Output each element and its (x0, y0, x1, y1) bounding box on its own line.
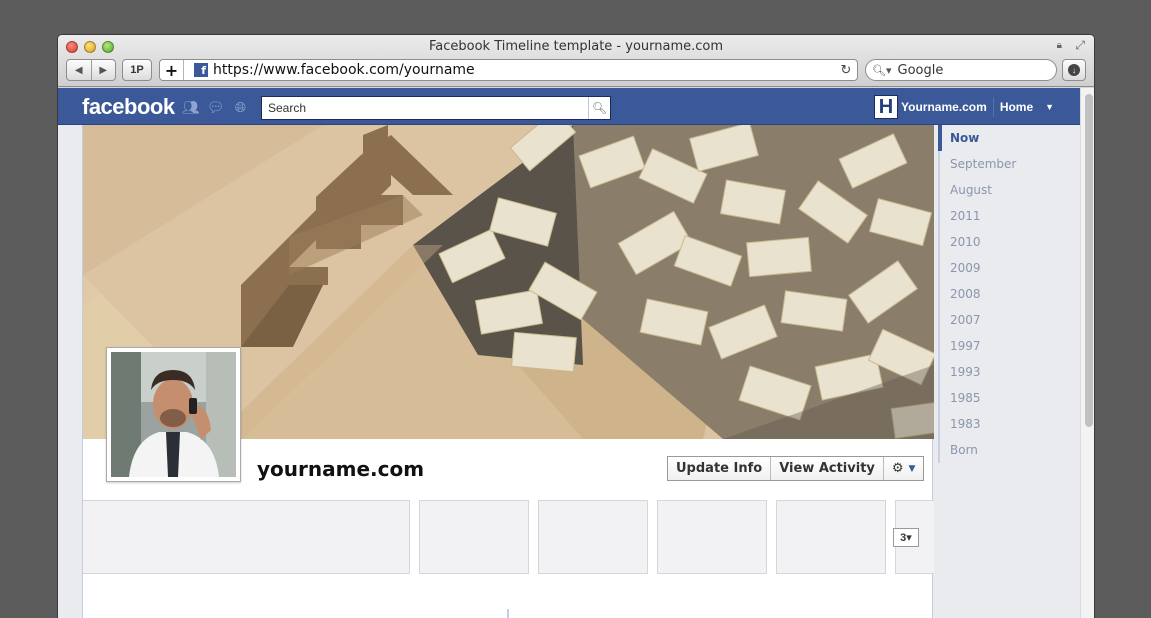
download-icon: ↓ (1068, 64, 1080, 76)
history-nav: ◀ ▶ (66, 59, 116, 81)
notifications-globe-icon[interactable]: 🌐︎ (232, 99, 249, 115)
scrubber-item-september[interactable]: September (938, 151, 1078, 177)
back-button[interactable]: ◀ (67, 60, 92, 80)
scrubber-item-1993[interactable]: 1993 (938, 359, 1078, 385)
timeline-spine (507, 609, 509, 618)
view-activity-button[interactable]: View Activity (771, 457, 884, 480)
likes-tab[interactable] (657, 500, 767, 574)
window-title: Facebook Timeline template - yourname.co… (428, 39, 724, 54)
facebook-logo[interactable]: facebook (82, 94, 175, 120)
map-tab[interactable] (538, 500, 648, 574)
profile-tabs (83, 500, 934, 575)
chevron-down-icon: ▼ (908, 463, 916, 474)
home-link[interactable]: Home (1000, 100, 1033, 114)
notification-jewels: 👥︎ 💬︎ 🌐︎ (182, 99, 249, 115)
scrubber-item-born[interactable]: Born (938, 437, 1078, 463)
scrubber-item-2010[interactable]: 2010 (938, 229, 1078, 255)
friends-tab[interactable] (83, 500, 410, 574)
notes-tab[interactable] (776, 500, 886, 574)
facebook-search: 🔍︎ (261, 96, 611, 120)
password-manager-button[interactable]: 1P (122, 59, 152, 81)
lock-icon: 🔒︎ (1056, 40, 1062, 51)
messages-icon[interactable]: 💬︎ (207, 99, 225, 115)
downloads-button[interactable]: ↓ (1062, 59, 1086, 81)
gear-icon: ⚙︎ (891, 461, 904, 476)
settings-menu-button[interactable]: ⚙︎ ▼ (884, 457, 924, 480)
photos-tab[interactable] (419, 500, 529, 574)
profile-actions: Update Info View Activity ⚙︎ ▼ (667, 456, 925, 481)
scrubber-item-2008[interactable]: 2008 (938, 281, 1078, 307)
browser-toolbar: ◀ ▶ 1P + f https://www.facebook.com/your… (66, 59, 1086, 83)
url-text[interactable]: https://www.facebook.com/yourname (213, 62, 835, 78)
scrubber-item-2007[interactable]: 2007 (938, 307, 1078, 333)
user-name-link[interactable]: Yourname.com (901, 100, 987, 114)
vertical-scrollbar[interactable] (1080, 88, 1094, 618)
facebook-favicon-icon: f (194, 63, 208, 77)
more-tabs-count: 3 (900, 531, 907, 544)
scrubber-item-1985[interactable]: 1985 (938, 385, 1078, 411)
title-bar: Facebook Timeline template - yourname.co… (58, 35, 1094, 87)
nav-divider (992, 97, 994, 117)
user-avatar[interactable]: H (874, 95, 898, 119)
reload-icon[interactable]: ↻ (835, 63, 857, 78)
add-bookmark-button[interactable]: + (160, 60, 184, 80)
facebook-blue-bar: facebook 👥︎ 💬︎ 🌐︎ 🔍︎ H Yourname.com Home… (58, 88, 1080, 125)
browser-window: Facebook Timeline template - yourname.co… (57, 34, 1095, 618)
profile-photo-art (111, 352, 236, 477)
fullscreen-icon[interactable]: ⤢ (1075, 38, 1085, 53)
timeline-column: yourname.com Update Info View Activity ⚙… (82, 125, 934, 618)
scrubber-item-now[interactable]: Now (938, 125, 1078, 151)
page-content: facebook 👥︎ 💬︎ 🌐︎ 🔍︎ H Yourname.com Home… (58, 88, 1094, 618)
profile-picture[interactable] (106, 347, 241, 482)
timeline-scrubber: Now September August 2011 2010 2009 2008… (938, 125, 1078, 463)
friend-requests-icon[interactable]: 👥︎ (182, 99, 200, 115)
search-engine-label: Google (897, 62, 944, 78)
account-menu-caret-icon[interactable]: ▼ (1045, 102, 1054, 112)
more-tabs-button[interactable]: 3 ▾ (893, 528, 919, 547)
address-bar[interactable]: + f https://www.facebook.com/yourname ↻ (159, 59, 858, 81)
scrollbar-thumb[interactable] (1085, 94, 1093, 427)
search-input[interactable] (262, 101, 588, 115)
forward-button[interactable]: ▶ (92, 60, 116, 80)
scrubber-item-august[interactable]: August (938, 177, 1078, 203)
scrubber-item-2009[interactable]: 2009 (938, 255, 1078, 281)
scrubber-item-1983[interactable]: 1983 (938, 411, 1078, 437)
search-button[interactable]: 🔍︎ (588, 97, 610, 119)
scrubber-item-2011[interactable]: 2011 (938, 203, 1078, 229)
scrubber-item-1997[interactable]: 1997 (938, 333, 1078, 359)
search-icon: 🔍︎▾ (872, 63, 892, 77)
update-info-button[interactable]: Update Info (668, 457, 772, 480)
user-nav: H Yourname.com Home ▼ (874, 95, 1054, 119)
search-engine-field[interactable]: 🔍︎▾ Google (865, 59, 1057, 81)
profile-name: yourname.com (257, 457, 425, 481)
